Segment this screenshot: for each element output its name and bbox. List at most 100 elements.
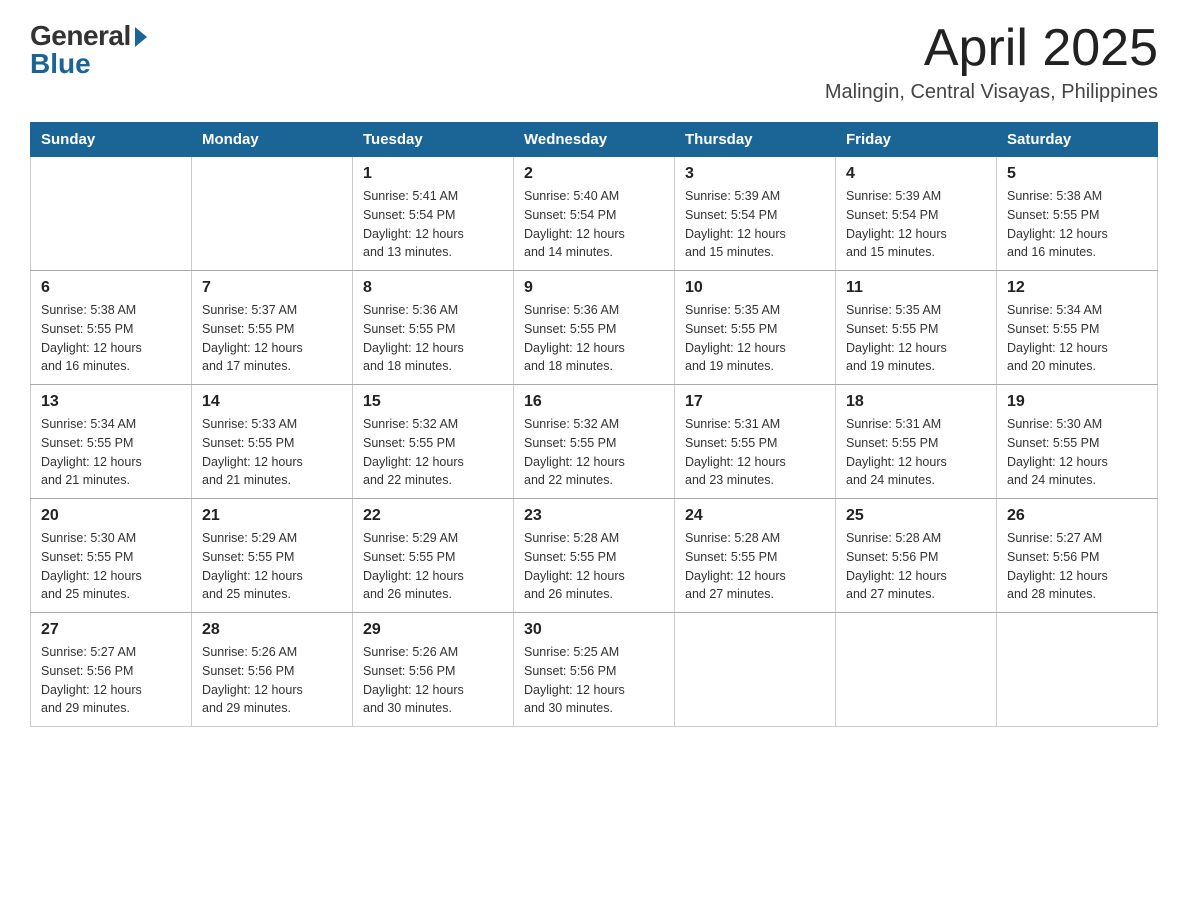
weekday-header-wednesday: Wednesday <box>514 123 675 157</box>
day-number: 1 <box>363 165 503 183</box>
day-info: Sunrise: 5:31 AM Sunset: 5:55 PM Dayligh… <box>846 415 986 490</box>
day-info: Sunrise: 5:26 AM Sunset: 5:56 PM Dayligh… <box>363 643 503 718</box>
logo-blue-text: Blue <box>30 48 91 80</box>
calendar-header-row: SundayMondayTuesdayWednesdayThursdayFrid… <box>31 123 1158 157</box>
day-info: Sunrise: 5:40 AM Sunset: 5:54 PM Dayligh… <box>524 187 664 262</box>
day-number: 28 <box>202 621 342 639</box>
calendar-cell: 17 Sunrise: 5:31 AM Sunset: 5:55 PM Dayli… <box>675 385 836 499</box>
day-info: Sunrise: 5:30 AM Sunset: 5:55 PM Dayligh… <box>41 529 181 604</box>
day-info: Sunrise: 5:38 AM Sunset: 5:55 PM Dayligh… <box>1007 187 1147 262</box>
day-info: Sunrise: 5:35 AM Sunset: 5:55 PM Dayligh… <box>685 301 825 376</box>
calendar-cell <box>675 613 836 727</box>
day-number: 25 <box>846 507 986 525</box>
day-info: Sunrise: 5:35 AM Sunset: 5:55 PM Dayligh… <box>846 301 986 376</box>
day-number: 5 <box>1007 165 1147 183</box>
calendar-cell: 19 Sunrise: 5:30 AM Sunset: 5:55 PM Dayli… <box>997 385 1158 499</box>
calendar-week-row: 13 Sunrise: 5:34 AM Sunset: 5:55 PM Dayli… <box>31 385 1158 499</box>
calendar-cell: 11 Sunrise: 5:35 AM Sunset: 5:55 PM Dayli… <box>836 271 997 385</box>
day-number: 6 <box>41 279 181 297</box>
day-info: Sunrise: 5:39 AM Sunset: 5:54 PM Dayligh… <box>685 187 825 262</box>
weekday-header-monday: Monday <box>192 123 353 157</box>
calendar-cell <box>192 157 353 271</box>
day-number: 26 <box>1007 507 1147 525</box>
calendar-cell: 3 Sunrise: 5:39 AM Sunset: 5:54 PM Daylig… <box>675 157 836 271</box>
calendar-week-row: 1 Sunrise: 5:41 AM Sunset: 5:54 PM Daylig… <box>31 157 1158 271</box>
day-info: Sunrise: 5:27 AM Sunset: 5:56 PM Dayligh… <box>41 643 181 718</box>
calendar-week-row: 27 Sunrise: 5:27 AM Sunset: 5:56 PM Dayli… <box>31 613 1158 727</box>
weekday-header-saturday: Saturday <box>997 123 1158 157</box>
day-number: 15 <box>363 393 503 411</box>
calendar-cell: 5 Sunrise: 5:38 AM Sunset: 5:55 PM Daylig… <box>997 157 1158 271</box>
calendar-cell: 20 Sunrise: 5:30 AM Sunset: 5:55 PM Dayli… <box>31 499 192 613</box>
day-number: 19 <box>1007 393 1147 411</box>
day-info: Sunrise: 5:26 AM Sunset: 5:56 PM Dayligh… <box>202 643 342 718</box>
day-number: 30 <box>524 621 664 639</box>
day-number: 9 <box>524 279 664 297</box>
calendar-cell: 10 Sunrise: 5:35 AM Sunset: 5:55 PM Dayli… <box>675 271 836 385</box>
day-info: Sunrise: 5:33 AM Sunset: 5:55 PM Dayligh… <box>202 415 342 490</box>
calendar-cell: 23Sunrise: 5:28 AM Sunset: 5:55 PM Dayli… <box>514 499 675 613</box>
calendar-cell: 15 Sunrise: 5:32 AM Sunset: 5:55 PM Dayli… <box>353 385 514 499</box>
calendar-title: April 2025 <box>825 20 1158 77</box>
day-number: 20 <box>41 507 181 525</box>
day-info: Sunrise: 5:32 AM Sunset: 5:55 PM Dayligh… <box>524 415 664 490</box>
calendar-cell <box>997 613 1158 727</box>
calendar-week-row: 20 Sunrise: 5:30 AM Sunset: 5:55 PM Dayli… <box>31 499 1158 613</box>
day-number: 4 <box>846 165 986 183</box>
calendar-cell: 25 Sunrise: 5:28 AM Sunset: 5:56 PM Dayli… <box>836 499 997 613</box>
day-info: Sunrise: 5:32 AM Sunset: 5:55 PM Dayligh… <box>363 415 503 490</box>
day-info: Sunrise: 5:29 AM Sunset: 5:55 PM Dayligh… <box>202 529 342 604</box>
day-number: 21 <box>202 507 342 525</box>
calendar-subtitle: Malingin, Central Visayas, Philippines <box>825 81 1158 104</box>
calendar-cell: 7Sunrise: 5:37 AM Sunset: 5:55 PM Daylig… <box>192 271 353 385</box>
day-info: Sunrise: 5:25 AM Sunset: 5:56 PM Dayligh… <box>524 643 664 718</box>
day-number: 12 <box>1007 279 1147 297</box>
calendar-cell: 1 Sunrise: 5:41 AM Sunset: 5:54 PM Daylig… <box>353 157 514 271</box>
calendar-cell: 22 Sunrise: 5:29 AM Sunset: 5:55 PM Dayli… <box>353 499 514 613</box>
day-number: 17 <box>685 393 825 411</box>
weekday-header-sunday: Sunday <box>31 123 192 157</box>
day-info: Sunrise: 5:28 AM Sunset: 5:56 PM Dayligh… <box>846 529 986 604</box>
day-info: Sunrise: 5:31 AM Sunset: 5:55 PM Dayligh… <box>685 415 825 490</box>
logo: General Blue <box>30 20 147 80</box>
day-number: 22 <box>363 507 503 525</box>
calendar-cell <box>31 157 192 271</box>
day-info: Sunrise: 5:36 AM Sunset: 5:55 PM Dayligh… <box>524 301 664 376</box>
calendar-cell: 4 Sunrise: 5:39 AM Sunset: 5:54 PM Daylig… <box>836 157 997 271</box>
day-number: 11 <box>846 279 986 297</box>
day-number: 16 <box>524 393 664 411</box>
calendar-table: SundayMondayTuesdayWednesdayThursdayFrid… <box>30 122 1158 727</box>
calendar-cell: 28 Sunrise: 5:26 AM Sunset: 5:56 PM Dayli… <box>192 613 353 727</box>
calendar-week-row: 6Sunrise: 5:38 AM Sunset: 5:55 PM Daylig… <box>31 271 1158 385</box>
calendar-cell: 12Sunrise: 5:34 AM Sunset: 5:55 PM Dayli… <box>997 271 1158 385</box>
day-info: Sunrise: 5:29 AM Sunset: 5:55 PM Dayligh… <box>363 529 503 604</box>
weekday-header-friday: Friday <box>836 123 997 157</box>
calendar-cell: 14 Sunrise: 5:33 AM Sunset: 5:55 PM Dayli… <box>192 385 353 499</box>
calendar-cell: 8Sunrise: 5:36 AM Sunset: 5:55 PM Daylig… <box>353 271 514 385</box>
day-number: 10 <box>685 279 825 297</box>
day-number: 2 <box>524 165 664 183</box>
day-number: 3 <box>685 165 825 183</box>
day-number: 18 <box>846 393 986 411</box>
calendar-cell: 26 Sunrise: 5:27 AM Sunset: 5:56 PM Dayli… <box>997 499 1158 613</box>
page-header: General Blue April 2025 Malingin, Centra… <box>30 20 1158 104</box>
day-number: 13 <box>41 393 181 411</box>
day-info: Sunrise: 5:28 AM Sunset: 5:55 PM Dayligh… <box>524 529 664 604</box>
day-info: Sunrise: 5:27 AM Sunset: 5:56 PM Dayligh… <box>1007 529 1147 604</box>
day-info: Sunrise: 5:34 AM Sunset: 5:55 PM Dayligh… <box>41 415 181 490</box>
logo-arrow-icon <box>135 27 147 47</box>
day-number: 27 <box>41 621 181 639</box>
day-info: Sunrise: 5:41 AM Sunset: 5:54 PM Dayligh… <box>363 187 503 262</box>
day-info: Sunrise: 5:36 AM Sunset: 5:55 PM Dayligh… <box>363 301 503 376</box>
calendar-cell: 13 Sunrise: 5:34 AM Sunset: 5:55 PM Dayli… <box>31 385 192 499</box>
day-number: 29 <box>363 621 503 639</box>
calendar-cell: 9 Sunrise: 5:36 AM Sunset: 5:55 PM Daylig… <box>514 271 675 385</box>
day-number: 14 <box>202 393 342 411</box>
weekday-header-thursday: Thursday <box>675 123 836 157</box>
calendar-cell: 6Sunrise: 5:38 AM Sunset: 5:55 PM Daylig… <box>31 271 192 385</box>
day-number: 24 <box>685 507 825 525</box>
day-info: Sunrise: 5:28 AM Sunset: 5:55 PM Dayligh… <box>685 529 825 604</box>
day-info: Sunrise: 5:30 AM Sunset: 5:55 PM Dayligh… <box>1007 415 1147 490</box>
calendar-cell: 30 Sunrise: 5:25 AM Sunset: 5:56 PM Dayli… <box>514 613 675 727</box>
day-info: Sunrise: 5:39 AM Sunset: 5:54 PM Dayligh… <box>846 187 986 262</box>
